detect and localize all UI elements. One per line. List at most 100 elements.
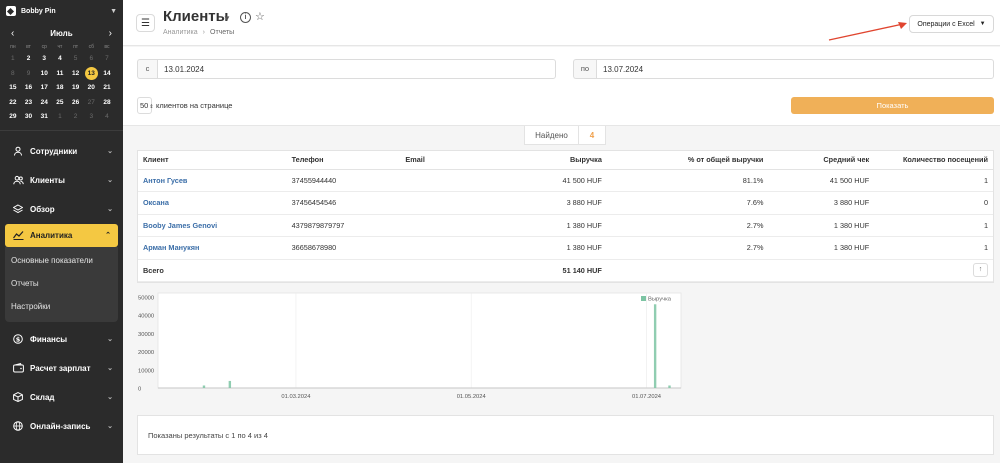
calendar-day[interactable]: 1 [5, 52, 21, 67]
user-switcher[interactable]: Bobby Pin ▼ [0, 0, 123, 22]
chart-bar [202, 385, 206, 388]
sidebar-item-label: Аналитика [30, 230, 73, 240]
column-header[interactable]: Email [400, 151, 498, 170]
calendar-day[interactable]: 16 [21, 81, 37, 96]
table-cell: 1 380 HUF [497, 214, 607, 237]
column-header[interactable]: % от общей выручки [606, 151, 769, 170]
calendar-day[interactable]: 3 [36, 52, 52, 67]
sidebar-item-chart[interactable]: Аналитика ⌃ [5, 223, 118, 247]
column-header[interactable]: Выручка [497, 151, 607, 170]
calendar-day[interactable]: 14 [99, 67, 115, 82]
sidebar-item-dollar[interactable]: $ Финансы ⌄ [0, 325, 123, 354]
chevron-down-icon: ⌄ [107, 365, 113, 372]
calendar-day[interactable]: 29 [5, 110, 21, 125]
calendar-next-icon[interactable]: › [109, 28, 112, 39]
calendar-day-today[interactable]: 13 [83, 66, 99, 82]
calendar-day-number: 21 [103, 84, 111, 91]
calendar-day[interactable]: 31 [36, 110, 52, 125]
calendar-day[interactable]: 5 [68, 52, 84, 67]
sidebar-item-wallet[interactable]: Расчет зарплат ⌄ [0, 354, 123, 383]
calendar-day[interactable]: 10 [36, 67, 52, 82]
calendar-day[interactable]: 12 [68, 67, 84, 82]
calendar-day[interactable]: 19 [68, 81, 84, 96]
calendar-day[interactable]: 23 [21, 96, 37, 111]
chevron-down-icon: ⌄ [107, 336, 113, 343]
calendar-day[interactable]: 2 [21, 52, 37, 67]
calendar-day[interactable]: 8 [5, 67, 21, 82]
calendar-day-number: 31 [40, 113, 48, 120]
table-cell: 37455944440 [286, 169, 401, 192]
client-name-link[interactable]: Арман Манукян [138, 236, 287, 260]
calendar-day-number: 5 [73, 55, 78, 62]
menu-button[interactable]: ☰ [136, 14, 155, 32]
filter-panel: с по 50⇕ клиентов на странице Показать [123, 47, 1000, 126]
globe-icon [12, 420, 24, 432]
per-page-select[interactable]: 50⇕ [137, 97, 154, 114]
calendar-day[interactable]: 7 [99, 52, 115, 67]
submenu-item[interactable]: Настройки [5, 295, 118, 318]
column-header[interactable]: Количество посещений [874, 151, 993, 170]
column-header[interactable]: Средний чек [768, 151, 875, 170]
calendar-day[interactable]: 3 [83, 110, 99, 125]
calendar-day[interactable]: 28 [99, 96, 115, 111]
submenu-item[interactable]: Основные показатели [5, 249, 118, 272]
calendar-day[interactable]: 6 [83, 52, 99, 67]
chevron-down-icon: ⌄ [107, 206, 113, 213]
calendar-day[interactable]: 11 [52, 67, 68, 82]
date-from-input[interactable] [157, 59, 556, 79]
calendar-day[interactable]: 15 [5, 81, 21, 96]
table-cell [286, 259, 401, 282]
scroll-top-button[interactable]: ↑ [973, 263, 988, 277]
calendar-day[interactable]: 2 [68, 110, 84, 125]
sidebar-item-user[interactable]: Сотрудники ⌄ [0, 137, 123, 166]
calendar-day[interactable]: 1 [52, 110, 68, 125]
table-row: Антон Гусев 37455944440 41 500 HUF 81.1% 41 … [138, 169, 993, 192]
calendar-day[interactable]: 26 [68, 96, 84, 111]
table-cell [768, 259, 875, 282]
calendar-day-number: 10 [40, 69, 48, 77]
calendar-day[interactable]: 17 [36, 81, 52, 96]
sidebar-item-globe[interactable]: Онлайн-запись ⌄ [0, 412, 123, 441]
calendar-day[interactable]: 9 [21, 67, 37, 82]
calendar-day[interactable]: 24 [36, 96, 52, 111]
sidebar-item-layers[interactable]: Обзор ⌄ [0, 195, 123, 224]
title-chevron-down-icon[interactable]: ▼ [223, 14, 231, 23]
calendar-day[interactable]: 25 [52, 96, 68, 111]
hamburger-icon: ☰ [141, 17, 150, 29]
calendar-day-number: 4 [105, 113, 109, 120]
calendar-day[interactable]: 18 [52, 81, 68, 96]
calendar-day-number: 2 [26, 55, 31, 62]
updown-icon: ⇕ [149, 104, 154, 110]
calendar-day[interactable]: 21 [99, 81, 115, 96]
annotation-arrow-icon [828, 22, 907, 41]
submenu-item[interactable]: Отчеты [5, 272, 118, 295]
table-cell: 41 500 HUF [768, 169, 875, 192]
sidebar-item-label: Расчет зарплат [30, 363, 91, 373]
sidebar-item-box[interactable]: Склад ⌄ [0, 383, 123, 412]
calendar-day[interactable]: 20 [83, 81, 99, 96]
date-to-input[interactable] [596, 59, 994, 79]
calendar-day[interactable]: 4 [52, 52, 68, 67]
calendar-day[interactable]: 4 [99, 110, 115, 125]
star-icon[interactable]: ☆ [255, 10, 265, 23]
client-name-link[interactable]: Антон Гусев [138, 169, 287, 192]
calendar-day[interactable]: 27 [83, 96, 99, 111]
info-icon[interactable]: i [240, 12, 251, 23]
table-cell: 1 380 HUF [497, 236, 607, 260]
calendar-day[interactable]: 22 [5, 96, 21, 111]
client-name-link[interactable]: Booby James Genovi [138, 214, 287, 237]
show-button[interactable]: Показать [791, 97, 994, 114]
column-header[interactable]: Телефон [286, 151, 401, 170]
calendar-day[interactable]: 30 [21, 110, 37, 125]
client-name-link[interactable]: Оксана [138, 191, 287, 215]
breadcrumb-item[interactable]: Аналитика [163, 29, 198, 36]
sidebar-item-users[interactable]: Клиенты ⌄ [0, 166, 123, 195]
table-cell [606, 259, 769, 282]
calendar-day-number: 22 [9, 98, 17, 106]
calendar-prev-icon[interactable]: ‹ [11, 28, 14, 39]
excel-operations-button[interactable]: Операции с Excel ▼ [909, 15, 994, 33]
calendar-day-number: 13 [84, 66, 98, 80]
table-cell: 1 380 HUF [768, 214, 875, 237]
column-header[interactable]: Клиент [138, 151, 287, 170]
breadcrumb-current: Отчеты [210, 29, 235, 36]
